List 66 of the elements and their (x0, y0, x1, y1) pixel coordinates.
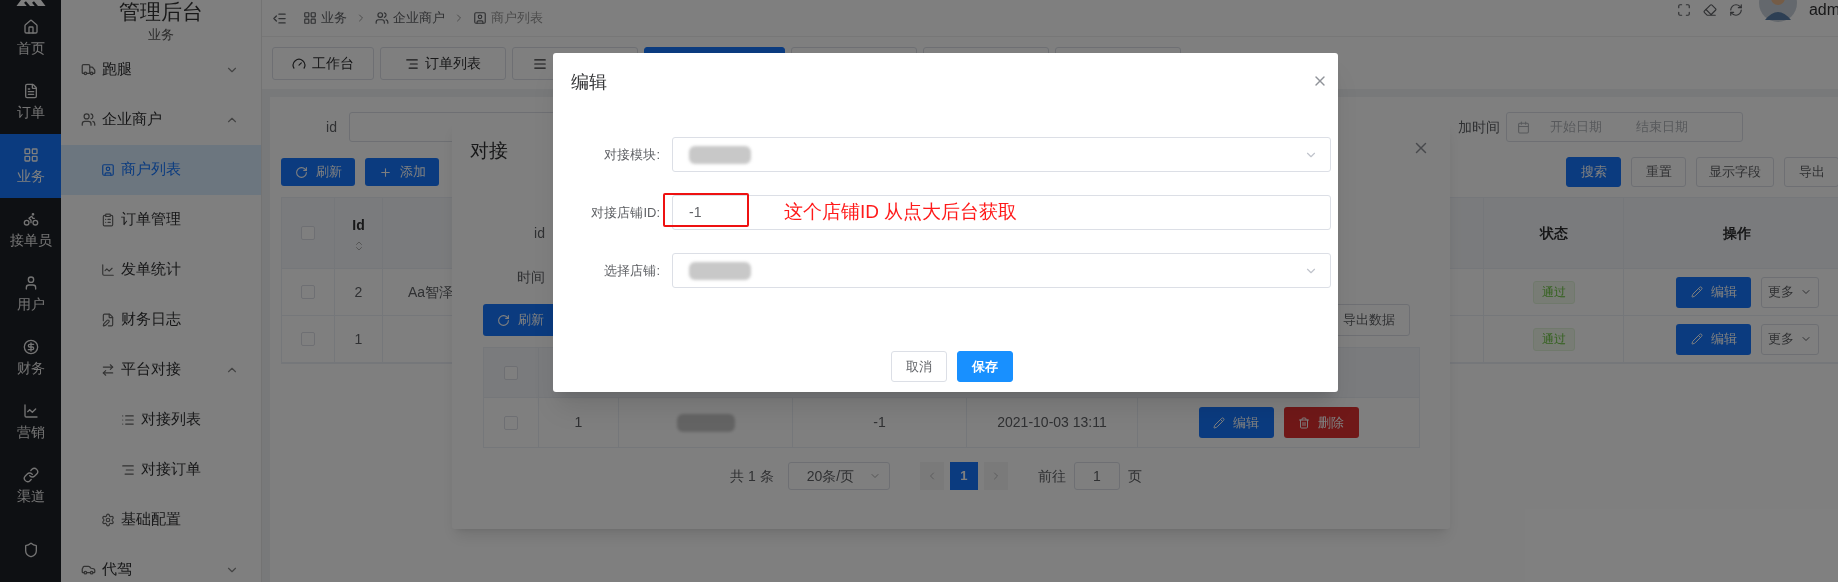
save-button[interactable]: 保存 (956, 351, 1013, 382)
total-count: 共 1 条 (730, 466, 774, 486)
menu-item[interactable]: 对接订单 (61, 444, 261, 495)
menu-group[interactable]: 代驾 (61, 544, 261, 582)
table-cell-text: -1 (873, 413, 886, 432)
tab[interactable]: 订单列表 (380, 47, 506, 80)
column-header: 操作 (1723, 223, 1751, 243)
status-tag: 通过 (1532, 280, 1575, 304)
goto-label: 前往 (1037, 466, 1066, 486)
toolbar-button[interactable]: 搜索 (1566, 157, 1621, 187)
annotation-text: 这个店铺ID 从点大后台获取 (784, 200, 1018, 224)
field-label: 加时间 (1458, 117, 1501, 137)
page-button[interactable]: 1 (949, 462, 978, 490)
dialog-title: 对接 (470, 139, 508, 163)
status-tag: 通过 (1532, 327, 1575, 351)
column-header[interactable]: Id (352, 214, 365, 236)
field-label: 选择店铺: (603, 261, 660, 280)
page-size-select[interactable]: 20条/页 (787, 462, 890, 490)
field-label: 时间 (516, 267, 545, 287)
more-button[interactable]: 更多 (1761, 276, 1819, 308)
menu-item[interactable]: 订单管理 (61, 194, 261, 245)
menu-group[interactable]: 跑腿 (61, 44, 261, 95)
breadcrumb-item[interactable]: 企业商户 (393, 8, 445, 28)
field-label: id (533, 223, 545, 243)
menu-item[interactable]: 财务日志 (61, 294, 261, 345)
table-cell-text: 1 (574, 413, 583, 432)
add-button[interactable]: 添加 (365, 158, 439, 186)
refresh-button[interactable]: 刷新 (281, 158, 355, 186)
table-cell-text: Aa智泽 (408, 282, 454, 302)
more-button[interactable]: 更多 (1761, 323, 1819, 355)
menu-group[interactable]: 企业商户 (61, 94, 261, 145)
rail-item[interactable]: 接单员 (0, 198, 61, 262)
field-label: 对接店铺ID: (590, 203, 660, 222)
column-header: 状态 (1539, 223, 1568, 243)
dialog-title: 编辑 (571, 71, 607, 94)
menu-item[interactable]: 基础配置 (61, 494, 261, 545)
rail-item[interactable]: 用户 (0, 262, 61, 326)
field-label: 对接模块: (603, 145, 660, 164)
rail-item[interactable]: 营销 (0, 390, 61, 454)
toolbar-button[interactable]: 显示字段 (1696, 157, 1774, 187)
field-label: id (325, 117, 338, 137)
toolbar-button[interactable]: 重置 (1631, 157, 1686, 187)
rail-item[interactable]: 财务 (0, 326, 61, 390)
table-cell-text: 1 (354, 329, 363, 349)
rail-item[interactable]: 订单 (0, 70, 61, 134)
page-input[interactable]: 1 (1073, 462, 1120, 490)
menu-item[interactable]: 平台对接 (61, 344, 261, 395)
menu-item[interactable]: 发单统计 (61, 244, 261, 295)
table-cell-text: 2 (354, 282, 363, 302)
toolbar-button[interactable]: 导出 (1784, 157, 1838, 187)
breadcrumb-item[interactable]: 业务 (321, 8, 347, 28)
edit-button[interactable]: 编辑 (1198, 407, 1274, 438)
edit-button[interactable]: 编辑 (1676, 276, 1751, 308)
tab[interactable]: 工作台 (272, 47, 374, 80)
menu-item[interactable]: 商户列表 (61, 144, 261, 195)
rail-item[interactable]: 渠道 (0, 454, 61, 518)
cancel-button[interactable]: 取消 (890, 351, 947, 382)
page-suffix: 页 (1127, 466, 1142, 486)
menu-item[interactable]: 对接列表 (61, 394, 261, 445)
delete-button[interactable]: 删除 (1283, 407, 1359, 438)
rail-item[interactable]: 首页 (0, 6, 61, 70)
rail-item[interactable]: 业务 (0, 134, 61, 198)
app-title: 管理后台 (119, 0, 203, 24)
edit-button[interactable]: 编辑 (1676, 323, 1751, 355)
section-title: 业务 (148, 26, 174, 44)
table-cell-text: 2021-10-03 13:11 (997, 413, 1107, 432)
